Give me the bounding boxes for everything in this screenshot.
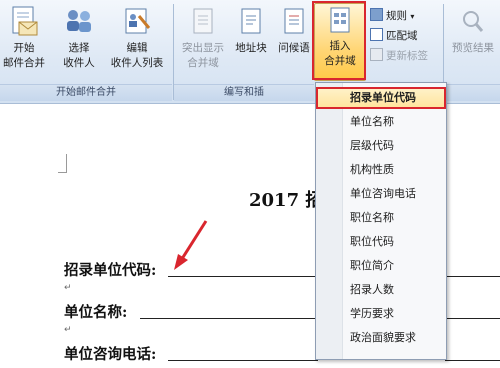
update-labels-icon	[370, 48, 383, 61]
rules-label: 规则	[386, 10, 407, 22]
paragraph-mark: ↵	[64, 283, 72, 293]
dropdown-item-headcount[interactable]: 招录人数	[316, 279, 446, 301]
highlight-merge-fields-label-1: 突出显示	[182, 42, 224, 54]
dropdown-item-political-status[interactable]: 政治面貌要求	[316, 327, 446, 349]
document-title: 2017 招	[249, 190, 324, 211]
greeting-line-label: 问候语	[278, 42, 310, 54]
dropdown-item-unit-phone[interactable]: 单位咨询电话	[316, 183, 446, 205]
address-block-icon	[241, 8, 261, 34]
dropdown-item-education[interactable]: 学历要求	[316, 303, 446, 325]
dropdown-item-org-nature[interactable]: 机构性质	[316, 159, 446, 181]
dropdown-item-unit-name[interactable]: 单位名称	[316, 111, 446, 133]
start-mail-merge-button[interactable]: 开始 邮件合并	[0, 6, 48, 71]
field-underline-3	[168, 360, 318, 361]
edit-recipient-list-label-2: 收件人列表	[110, 57, 164, 69]
field-label-unit-phone: 单位咨询电话:	[64, 346, 157, 363]
greeting-line-button[interactable]: 问候语	[274, 6, 314, 56]
highlight-merge-fields-button[interactable]: 突出显示 合并域	[178, 6, 228, 71]
field-underline-1	[168, 276, 318, 277]
start-mail-merge-label-2: 邮件合并	[3, 57, 45, 69]
address-block-label: 地址块	[235, 42, 267, 54]
margin-corner-mark	[58, 154, 67, 173]
select-recipients-label-2: 收件人	[63, 57, 95, 69]
document-envelope-icon	[12, 6, 38, 36]
field-underline-2	[140, 318, 318, 319]
rules-button[interactable]: 规则 ▾	[370, 8, 414, 24]
red-arrow-annotation	[174, 220, 208, 270]
field-label-recruiting-unit-code: 招录单位代码:	[64, 262, 157, 279]
select-recipients-label-1: 选择	[68, 42, 90, 54]
group-caption-start-mail-merge: 开始邮件合并	[0, 84, 172, 101]
dropdown-item-position-intro[interactable]: 职位简介	[316, 255, 446, 277]
edit-recipient-list-button[interactable]: 编辑 收件人列表	[106, 6, 168, 71]
edit-list-icon	[125, 8, 151, 34]
field-label-unit-name: 单位名称:	[64, 304, 128, 321]
select-recipients-button[interactable]: 选择 收件人	[54, 6, 104, 71]
group-caption-write-insert: 编写和插	[174, 84, 314, 101]
highlight-fields-icon	[193, 8, 213, 34]
match-fields-label: 匹配域	[386, 30, 418, 42]
highlight-merge-fields-label-2: 合并域	[187, 57, 219, 69]
field-underline-2-right	[445, 318, 500, 319]
update-labels-label: 更新标签	[386, 50, 428, 62]
group-caption-preview	[444, 84, 500, 101]
start-mail-merge-label-1: 开始	[13, 42, 35, 54]
address-block-button[interactable]: 地址块	[230, 6, 272, 56]
recipients-icon	[67, 10, 91, 32]
match-fields-icon	[370, 28, 383, 41]
merge-field-dropdown: 招录单位代码 单位名称 层级代码 机构性质 单位咨询电话 职位名称 职位代码 职…	[315, 82, 447, 360]
rules-icon	[370, 8, 383, 21]
edit-recipient-list-label-1: 编辑	[126, 42, 148, 54]
update-labels-button[interactable]: 更新标签	[370, 48, 428, 63]
paragraph-mark: ↵	[64, 325, 72, 335]
preview-results-button[interactable]: 预览结果	[446, 6, 500, 56]
insert-field-callout-box	[312, 1, 366, 80]
dropdown-item-position-name[interactable]: 职位名称	[316, 207, 446, 229]
magnifier-icon	[463, 11, 484, 32]
field-underline-3-right	[445, 360, 500, 361]
field-underline-1-right	[445, 276, 500, 277]
preview-results-label: 预览结果	[452, 42, 494, 54]
chevron-down-icon: ▾	[410, 12, 415, 21]
dropdown-item-recruiting-unit-code[interactable]: 招录单位代码	[316, 87, 446, 109]
greeting-line-icon	[284, 8, 304, 34]
match-fields-button[interactable]: 匹配域	[370, 28, 418, 43]
dropdown-item-level-code[interactable]: 层级代码	[316, 135, 446, 157]
dropdown-item-position-code[interactable]: 职位代码	[316, 231, 446, 253]
